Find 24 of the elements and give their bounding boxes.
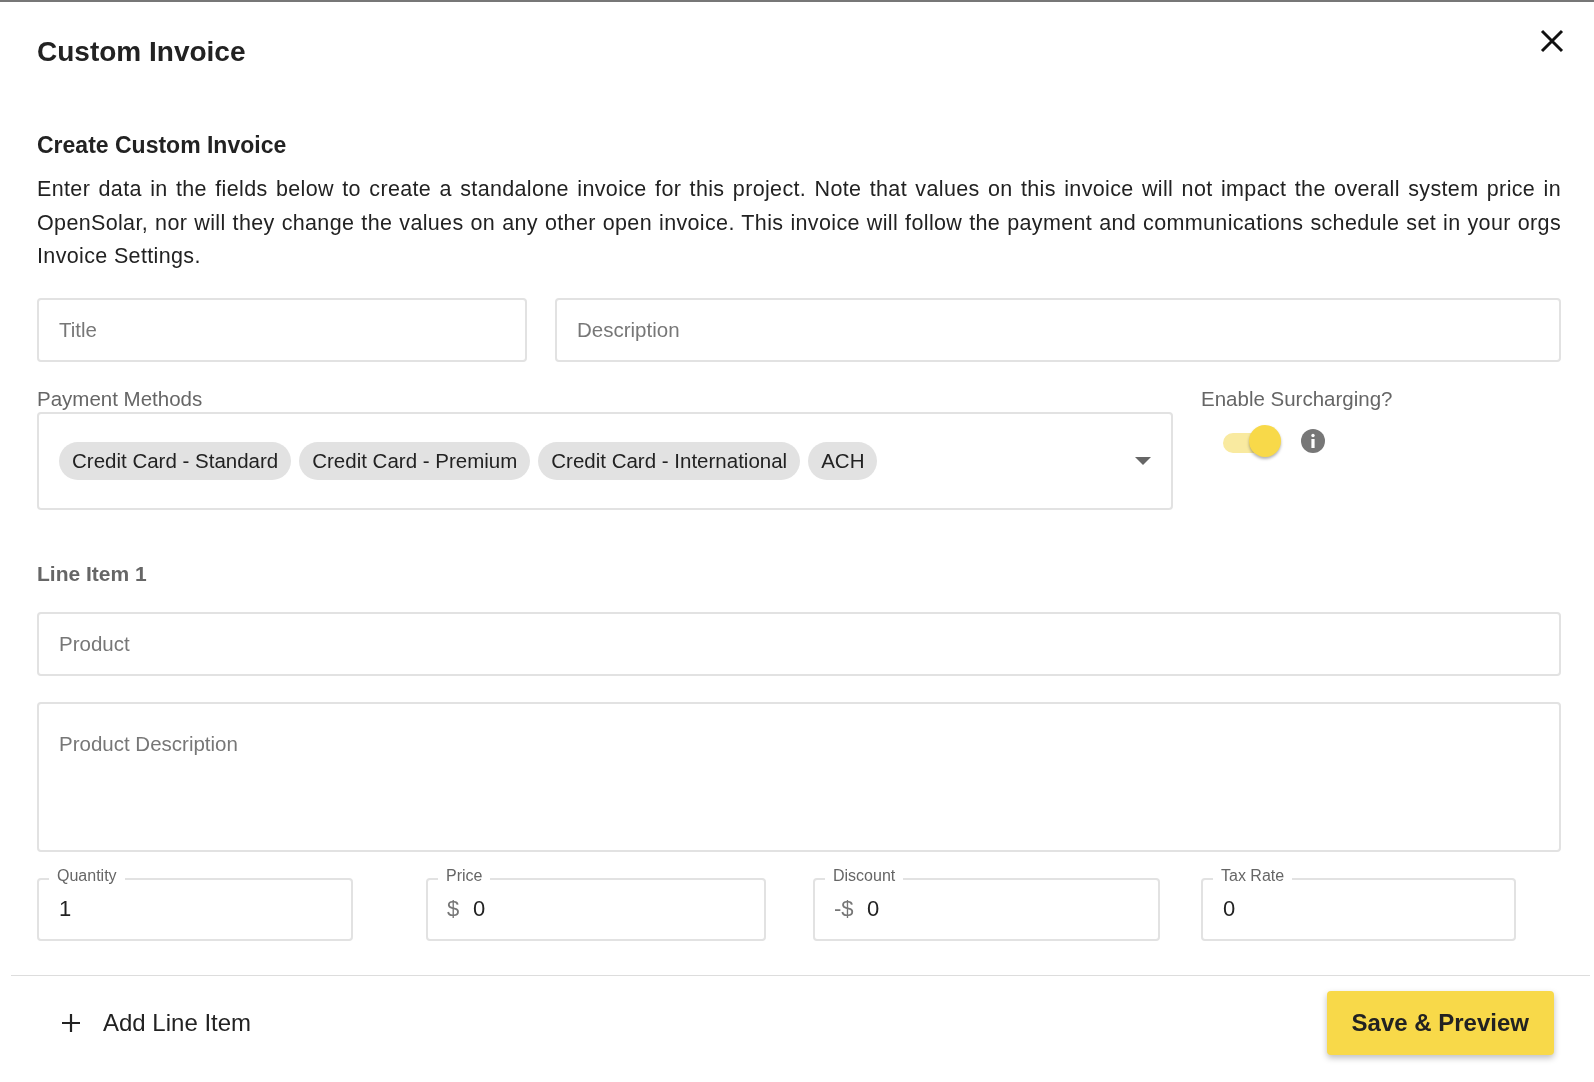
close-icon[interactable] (1539, 28, 1565, 54)
payment-method-chip[interactable]: Credit Card - International (538, 441, 801, 480)
payment-method-chip[interactable]: Credit Card - Standard (59, 441, 292, 480)
line-item-heading: Line Item 1 (37, 561, 148, 586)
currency-prefix: -$ (834, 895, 854, 922)
payment-methods-select[interactable]: Credit Card - Standard Credit Card - Premium Credit Card - International ACH (37, 411, 1173, 510)
surcharging-label: Enable Surcharging? (1201, 385, 1393, 412)
payment-methods-label: Payment Methods (37, 385, 204, 412)
save-preview-button[interactable]: Save & Preview (1326, 991, 1554, 1055)
caret-icon (1135, 456, 1151, 465)
product-field[interactable]: Product (37, 611, 1561, 676)
payment-method-chip[interactable]: Credit Card - Premium (299, 441, 531, 480)
info-icon (1301, 428, 1325, 453)
section-heading: Create Custom Invoice (37, 132, 288, 159)
intro-paragraph: Enter data in the fields below to create a standalone invoice for this project. Note that values on this invoice will not impact the overall system price in OpenSolar, nor will they change the values on any other open invoice. This invoice will follow the payment and communications schedule set in your orgs Invoice Settings. (37, 176, 1561, 270)
add-line-item-button[interactable]: Add Line Item (37, 999, 276, 1047)
currency-prefix: $ (447, 895, 460, 922)
surcharging-toggle[interactable] (1221, 423, 1281, 458)
payment-method-chip[interactable]: ACH (808, 441, 878, 480)
description-field[interactable]: Description (555, 297, 1561, 362)
dialog-title: Custom Invoice (37, 36, 246, 68)
product-description-field[interactable]: Product Description (37, 701, 1561, 852)
title-field[interactable]: Title (37, 297, 527, 362)
plus-icon (61, 1013, 81, 1033)
